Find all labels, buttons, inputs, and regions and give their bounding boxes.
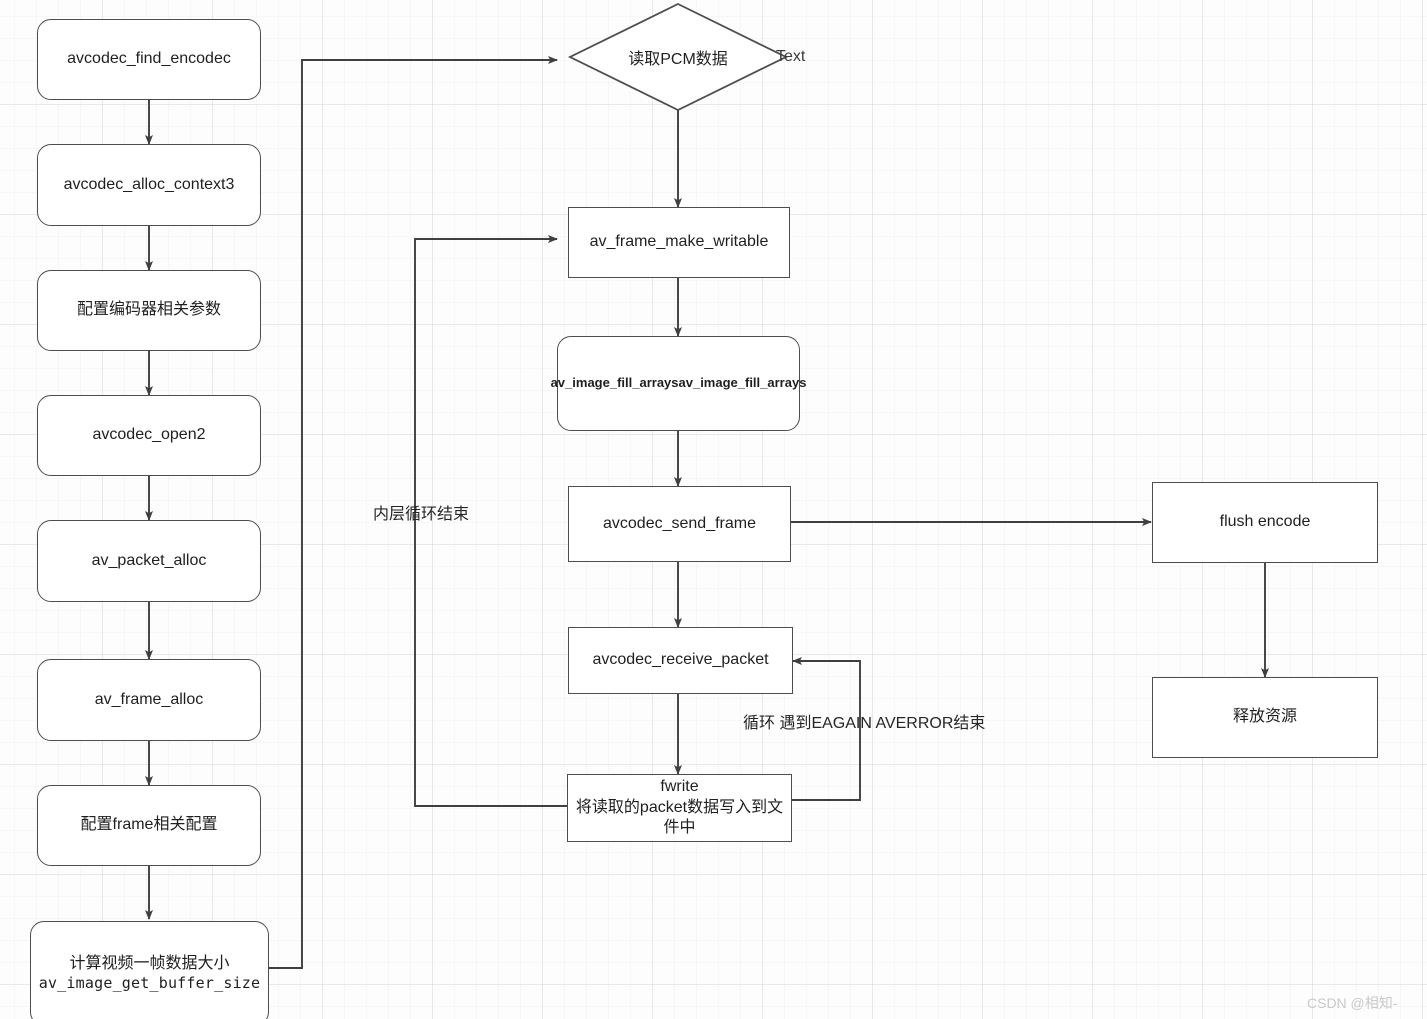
node-label: avcodec_open2 <box>92 426 206 444</box>
node-label: av_packet_alloc <box>91 551 207 569</box>
node-avcodec-alloc-context3[interactable]: avcodec_alloc_context3 <box>37 144 261 226</box>
flowchart-canvas: avcodec_find_encodec avcodec_alloc_conte… <box>0 0 1427 1019</box>
node-av-image-get-buffer-size[interactable]: 计算视频一帧数据大小 av_image_get_buffer_size <box>30 921 269 1019</box>
node-av-image-fill-arrays[interactable]: av_image_fill_arraysav_image_fill_arrays <box>551 336 806 431</box>
node-release-resource[interactable]: 释放资源 <box>1152 677 1378 758</box>
decision-label: 读取PCM数据 <box>628 51 728 68</box>
node-label: 释放资源 <box>1232 708 1297 726</box>
edge-label-eagain-loop: 循环 遇到EAGAIN AVERROR结束 <box>743 715 986 732</box>
node-label-line1: fwrite <box>660 778 699 796</box>
node-label-line3: 件中 <box>663 819 696 837</box>
edge-label-inner-loop-end: 内层循环结束 <box>373 506 470 523</box>
node-av-packet-alloc[interactable]: av_packet_alloc <box>37 520 261 602</box>
node-label: av_frame_make_writable <box>589 233 769 251</box>
node-avcodec-open2[interactable]: avcodec_open2 <box>37 395 261 476</box>
node-label: avcodec_send_frame <box>603 514 756 532</box>
node-label: avcodec_find_encodec <box>67 50 231 68</box>
node-label: avcodec_alloc_context3 <box>63 175 235 193</box>
node-fwrite[interactable]: fwrite 将读取的packet数据写入到文 件中 <box>567 774 792 842</box>
node-label: flush encode <box>1219 513 1311 531</box>
node-label: av_frame_alloc <box>94 690 204 708</box>
csdn-watermark: CSDN @相知- <box>1307 995 1398 1011</box>
node-flush-encode[interactable]: flush encode <box>1152 482 1378 563</box>
node-av-frame-alloc[interactable]: av_frame_alloc <box>37 659 261 741</box>
node-config-frame[interactable]: 配置frame相关配置 <box>37 785 261 866</box>
node-avcodec-send-frame[interactable]: avcodec_send_frame <box>568 486 791 562</box>
node-label: 配置frame相关配置 <box>80 816 218 834</box>
node-config-encoder-params[interactable]: 配置编码器相关参数 <box>37 270 261 351</box>
decision-read-pcm-data[interactable]: 读取PCM数据 <box>570 4 786 110</box>
node-av-frame-make-writable[interactable]: av_frame_make_writable <box>568 207 790 278</box>
decision-side-text: Text <box>776 48 806 65</box>
node-label: 配置编码器相关参数 <box>76 301 221 319</box>
node-label: avcodec_receive_packet <box>592 651 769 669</box>
node-avcodec-receive-packet[interactable]: avcodec_receive_packet <box>568 627 793 694</box>
node-label-line2: 将读取的packet数据写入到文 <box>575 798 784 816</box>
node-label-line1: 计算视频一帧数据大小 <box>69 954 230 972</box>
node-avcodec-find-encodec[interactable]: avcodec_find_encodec <box>37 19 261 100</box>
node-label: av_image_fill_arraysav_image_fill_arrays <box>550 375 807 391</box>
node-label-line2: av_image_get_buffer_size <box>38 974 261 993</box>
